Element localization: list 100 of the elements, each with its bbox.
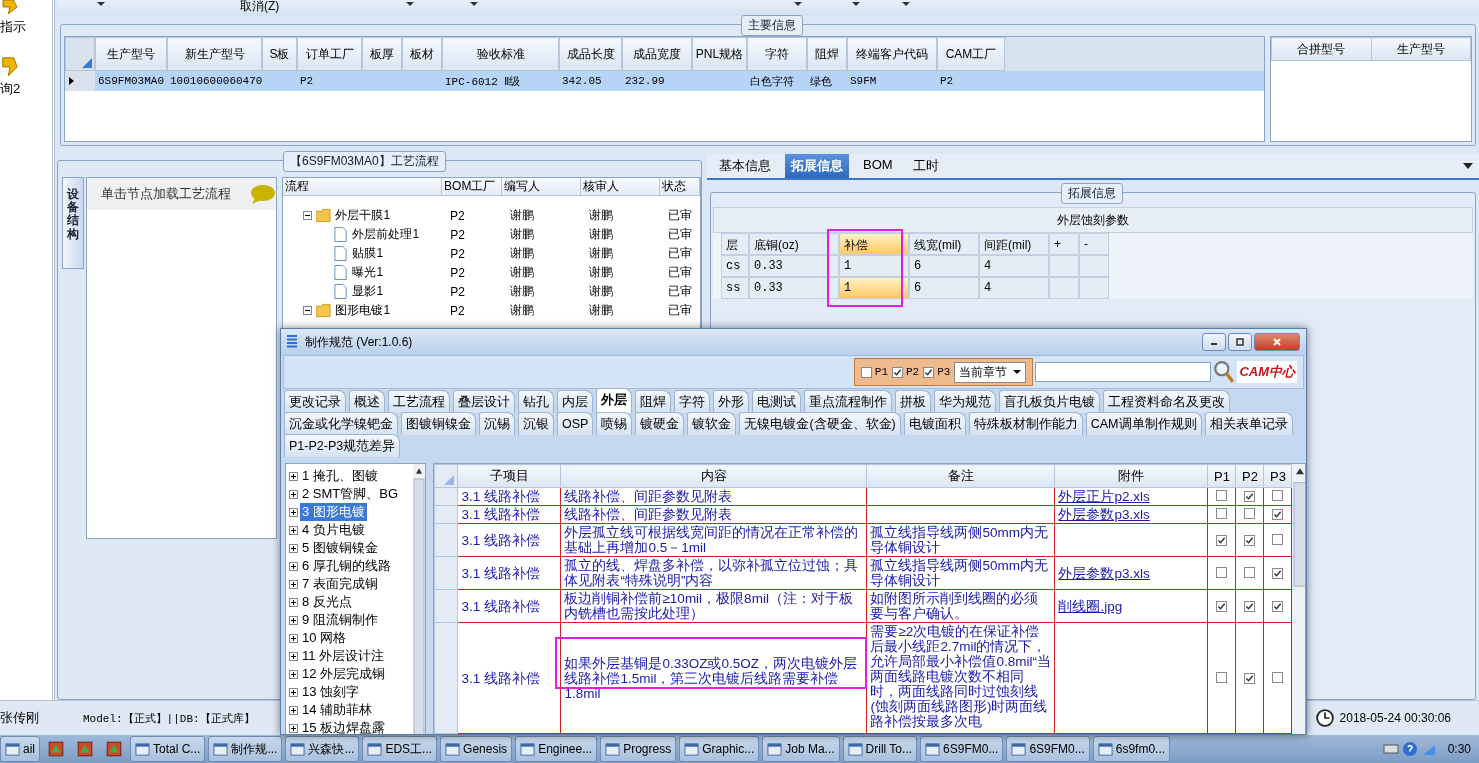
taskbar-button[interactable]: 6S9FM0... (920, 736, 1004, 763)
table-cell[interactable]: 1 (839, 255, 909, 277)
tab[interactable]: 无镍电镀金(含硬金、软金) (739, 412, 901, 435)
tab[interactable]: 工程资料命名及更改 (1103, 390, 1230, 413)
tree-item[interactable]: 7 表面完成铜 (300, 575, 380, 593)
column-header[interactable]: BOM工厂 (442, 178, 502, 195)
table-row[interactable]: 6S9FM03MA0 10010600060470 P2 IPC-6012 Ⅱ级 342.05 232.99 白色字符 绿色 S9FM P2 (65, 71, 1264, 91)
column-header[interactable]: PNL规格 (692, 37, 747, 71)
tree-item[interactable]: 6 厚孔铜的线路 (300, 557, 393, 575)
column-header[interactable]: 生产型号 (95, 37, 167, 71)
tab[interactable]: 拓展信息 (785, 154, 849, 178)
column-header[interactable]: S板 (262, 37, 297, 71)
sidebar-item[interactable]: 指示 (0, 18, 52, 36)
tree-item[interactable]: 3 图形电镀 (300, 503, 367, 521)
column-header[interactable]: P3 (1263, 464, 1292, 488)
tab[interactable]: 镀硬金 (635, 412, 685, 435)
column-header[interactable]: 附件 (1054, 464, 1208, 488)
table-cell[interactable]: 4 (979, 277, 1049, 299)
column-header[interactable]: 阻焊 (807, 37, 847, 71)
column-header[interactable]: 内容 (560, 464, 867, 488)
taskbar-button[interactable]: ail (0, 736, 40, 763)
column-header[interactable]: 字符 (747, 37, 807, 71)
table-cell[interactable]: 4 (979, 255, 1049, 277)
taskbar-button[interactable]: Genesis (440, 736, 513, 763)
column-header[interactable]: 订单工厂 (297, 37, 362, 71)
tab[interactable]: 外形 (713, 390, 749, 413)
cancel-label[interactable]: 取消(Z) (240, 0, 280, 15)
tree-item[interactable]: 13 蚀刻字 (300, 683, 362, 701)
table-cell[interactable]: 1 (839, 277, 909, 299)
table-cell[interactable]: 6 (909, 255, 979, 277)
checkbox-label[interactable]: P3 (937, 366, 951, 378)
side-tab[interactable]: 设备结构 (62, 177, 84, 269)
taskbar-button[interactable]: Enginee... (515, 736, 598, 763)
tab[interactable]: 镀软金 (687, 412, 737, 435)
tree-item[interactable]: 图形电镀1 (335, 302, 391, 319)
taskbar-button[interactable]: Graphic... (679, 736, 760, 763)
taskbar-button[interactable]: 6s9fm0... (1092, 736, 1171, 763)
tree-item[interactable]: 8 反光点 (300, 593, 354, 611)
tab[interactable]: 概述 (349, 390, 385, 413)
column-header[interactable]: - (1079, 233, 1109, 255)
tab[interactable]: 沉金或化学镍钯金 (284, 412, 398, 435)
tab[interactable]: 沉银 (518, 412, 554, 435)
tab[interactable]: 沉锡 (479, 412, 515, 435)
tree-item[interactable]: 1 掩孔、图镀 (300, 467, 380, 485)
taskbar-button[interactable]: Job Ma... (762, 736, 840, 763)
tree-item[interactable]: 4 负片电镀 (300, 521, 367, 539)
tree-item[interactable]: 9 阻流铜制作 (300, 611, 380, 629)
column-header[interactable]: 核审人 (580, 178, 661, 195)
column-header[interactable]: 成品长度 (559, 37, 622, 71)
clock-text[interactable]: 0:30 (1447, 742, 1471, 757)
chapter-dropdown[interactable]: 当前章节 (954, 361, 1027, 383)
tab[interactable]: 基本信息 (713, 154, 777, 178)
tab[interactable]: OSP (557, 412, 594, 435)
column-header[interactable]: 流程 (283, 178, 443, 195)
tree-item[interactable]: 外层前处理1 (352, 226, 420, 243)
tab[interactable]: 电测试 (752, 390, 801, 413)
tab[interactable]: 重点流程制作 (804, 390, 892, 413)
tab[interactable]: BOM (857, 154, 899, 178)
table-cell[interactable]: ss (721, 277, 749, 299)
tab[interactable]: 拼板 (895, 390, 931, 413)
tab[interactable]: 内层 (557, 390, 593, 413)
tab[interactable]: 钻孔 (518, 390, 554, 413)
tab[interactable]: 特殊板材制作能力 (968, 412, 1083, 435)
tab[interactable]: 阻焊 (635, 390, 671, 413)
column-header[interactable]: 间距(mil) (979, 233, 1049, 255)
tab[interactable]: P1-P2-P3规范差异 (284, 434, 401, 457)
column-header[interactable]: 备注 (866, 464, 1055, 488)
column-header[interactable]: 终端客户代码 (847, 37, 937, 71)
column-header[interactable]: 编写人 (501, 178, 581, 195)
tree-item[interactable]: 2 SMT管脚、BG (300, 485, 401, 503)
tab[interactable]: 外层 (596, 388, 632, 413)
taskbar-button[interactable]: Progress (600, 736, 677, 763)
column-header[interactable]: 合拼型号 (1271, 37, 1371, 61)
checkbox-label[interactable]: P1 (874, 366, 888, 378)
column-header[interactable]: 生产型号 (1371, 37, 1471, 61)
tab[interactable]: 工艺流程 (388, 390, 450, 413)
column-header[interactable]: 成品宽度 (622, 37, 692, 71)
column-header[interactable]: 子项目 (457, 464, 561, 488)
table-cell[interactable]: 0.33 (749, 277, 839, 299)
tree-item[interactable]: 10 网格 (300, 629, 349, 647)
tree-item[interactable]: 贴膜1 (352, 245, 384, 262)
tree-item[interactable]: 15 板边焊盘露 (300, 719, 388, 734)
checkbox-label[interactable]: P2 (906, 366, 920, 378)
column-header[interactable]: CAM工厂 (937, 37, 1005, 71)
column-header[interactable]: 底铜(oz) (749, 233, 839, 255)
column-header[interactable]: 状态 (660, 178, 700, 195)
column-header[interactable]: 板厚 (362, 37, 402, 71)
tab[interactable]: 盲孔板负片电镀 (999, 390, 1100, 413)
tab[interactable]: 字符 (674, 390, 710, 413)
tab[interactable]: 图镀铜镍金 (401, 412, 476, 435)
taskbar-button[interactable]: 兴森快... (285, 736, 360, 763)
taskbar-button[interactable]: Total C... (130, 736, 206, 763)
sidebar-item[interactable]: 询2 (0, 80, 52, 98)
taskbar-button[interactable]: 6S9FM0... (1006, 736, 1090, 763)
taskbar-button[interactable]: Drill To... (842, 736, 918, 763)
tree-item[interactable]: 外层干膜1 (335, 207, 391, 224)
tree-item[interactable]: 曝光1 (352, 264, 384, 281)
table-cell[interactable]: 6 (909, 277, 979, 299)
tab[interactable]: 喷锡 (596, 412, 633, 435)
tab[interactable]: 更改记录 (284, 390, 346, 413)
